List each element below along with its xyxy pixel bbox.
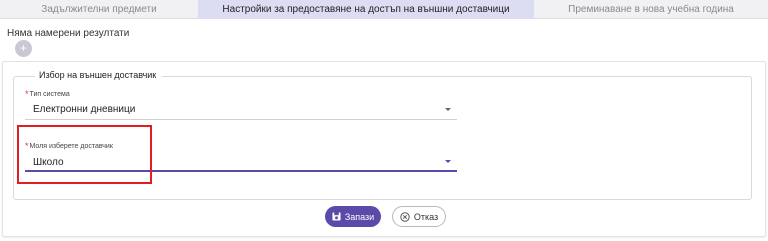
tab-external-providers-settings[interactable]: Настройки за предоставяне на достъп на в… bbox=[198, 0, 534, 19]
add-button[interactable]: + bbox=[15, 40, 32, 57]
save-button[interactable]: Запази bbox=[325, 206, 381, 227]
required-mark: * bbox=[25, 89, 29, 99]
system-type-select[interactable]: *Тип система Електронни дневници bbox=[25, 88, 457, 120]
no-results-text: Няма намерени резултати bbox=[7, 28, 130, 39]
highlight-box bbox=[17, 125, 152, 184]
close-circle-icon bbox=[400, 211, 410, 222]
plus-icon: + bbox=[19, 41, 27, 55]
system-type-value: Електронни дневници bbox=[33, 104, 136, 115]
fieldset-legend: Избор на външен доставчик bbox=[35, 70, 163, 80]
chevron-down-icon bbox=[445, 160, 451, 163]
tab-bar: Задължителни предмети Настройки за предо… bbox=[0, 0, 768, 19]
tab-required-subjects[interactable]: Задължителни предмети bbox=[0, 0, 198, 19]
system-type-label: *Тип система bbox=[25, 89, 70, 99]
field-underline bbox=[25, 119, 457, 120]
cancel-button[interactable]: Отказ bbox=[392, 206, 446, 227]
save-label: Запази bbox=[344, 211, 375, 222]
floppy-disk-icon bbox=[332, 212, 341, 221]
cancel-label: Отказ bbox=[413, 211, 439, 222]
tab-new-school-year[interactable]: Преминаване в нова учебна година bbox=[534, 0, 768, 19]
chevron-down-icon bbox=[445, 108, 451, 111]
